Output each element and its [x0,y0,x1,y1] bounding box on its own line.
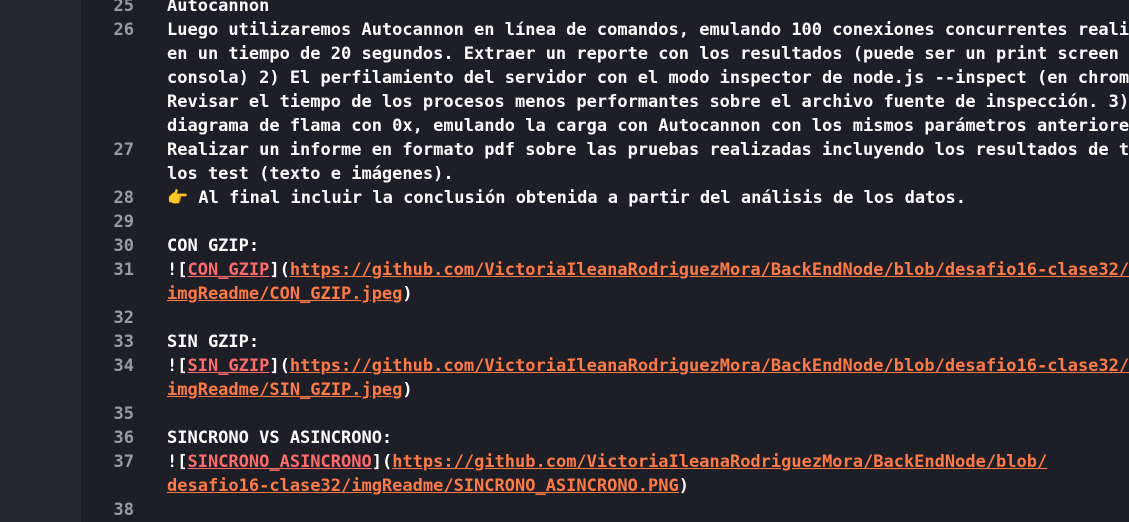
editor-line[interactable]: 28 👉 Al final incluir la conclusión obten… [0,186,1129,210]
line-number: 27 [113,140,134,160]
line-text: Luego utilizaremos Autocannon en línea d… [167,18,1129,42]
image-alt-text: SIN_GZIP [187,356,270,376]
editor-line[interactable]: consola) 2) El perfilamiento del servido… [0,66,1129,90]
line-content: Autocannon [167,0,270,16]
line-content: Realizar un informe en formato pdf sobre… [167,140,1129,160]
image-alt-text: SINCRONO_ASINCRONO [187,452,372,472]
line-text: ![SINCRONO_ASINCRONO](https://github.com… [167,450,1047,474]
line-content: Luego utilizaremos Autocannon en línea d… [167,20,1129,40]
editor-line[interactable]: imgReadme/SIN_GZIP.jpeg) [0,378,1129,402]
image-alt-text: CON_GZIP [187,260,270,280]
editor-line[interactable]: 34 ![SIN_GZIP](https://github.com/Victori… [0,354,1129,378]
editor-line[interactable]: desafio16-clase32/imgReadme/SINCRONO_ASI… [0,474,1129,498]
image-url-link[interactable]: imgReadme/SIN_GZIP.jpeg [167,380,402,400]
line-text: consola) 2) El perfilamiento del servido… [167,66,1129,90]
line-text: 👉 Al final incluir la conclusión obtenid… [167,186,966,210]
line-number: 33 [113,332,134,352]
line-text: en un tiempo de 20 segundos. Extraer un … [167,42,1119,66]
line-content: consola) 2) El perfilamiento del servido… [167,68,1129,88]
image-url-link[interactable]: desafio16-clase32/imgReadme/SINCRONO_ASI… [167,476,679,496]
line-number: 37 [113,452,134,472]
image-url-link[interactable]: https://github.com/VictoriaIleanaRodrigu… [392,452,1047,472]
line-text: imgReadme/CON_GZIP.jpeg) [167,282,413,306]
editor-line[interactable]: 30 CON GZIP: [0,234,1129,258]
image-url-link[interactable]: https://github.com/VictoriaIleanaRodrigu… [290,356,1129,376]
editor-line[interactable]: 29 [0,210,1129,234]
line-content: SINCRONO VS ASINCRONO: [167,428,393,448]
editor-line[interactable]: imgReadme/CON_GZIP.jpeg) [0,282,1129,306]
editor-line[interactable]: diagrama de flama con 0x, emulando la ca… [0,114,1129,138]
line-number: 30 [113,236,134,256]
editor-line[interactable]: 33 SIN GZIP: [0,330,1129,354]
line-content: en un tiempo de 20 segundos. Extraer un … [167,44,1119,64]
editor-line[interactable]: 32 [0,306,1129,330]
line-content: SIN GZIP: [167,332,260,352]
line-text: CON GZIP: [167,234,259,258]
line-text: los test (texto e imágenes). [167,162,454,186]
editor-line[interactable]: los test (texto e imágenes). [0,162,1129,186]
editor-line[interactable]: 35 [0,402,1129,426]
markdown-image-open: ![ [167,452,188,472]
editor-line[interactable]: 37 ![SINCRONO_ASINCRONO](https://github.c… [0,450,1129,474]
editor-line[interactable]: en un tiempo de 20 segundos. Extraer un … [0,42,1129,66]
line-number: 34 [113,356,134,376]
markdown-url-open: ]( [269,260,290,280]
line-number: 36 [113,428,134,448]
line-number: 26 [113,20,134,40]
markdown-image-open: ![ [167,260,188,280]
line-number: 31 [113,260,134,280]
line-number: 38 [113,500,134,520]
line-number: 25 [113,0,134,16]
markdown-url-open: ]( [371,452,393,472]
line-text: ![CON_GZIP](https://github.com/VictoriaI… [167,258,1129,282]
line-text: Revisar el tiempo de los procesos menos … [167,90,1129,114]
image-url-link[interactable]: imgReadme/CON_GZIP.jpeg [167,284,402,304]
line-content: CON GZIP: [167,236,260,256]
editor-line[interactable]: 38 [0,498,1129,522]
pointing-hand-icon: 👉 [167,188,189,208]
markdown-image-open: ![ [167,356,188,376]
line-text: Autocannon [167,0,269,18]
editor-line[interactable]: 31 ![CON_GZIP](https://github.com/Victori… [0,258,1129,282]
markdown-url-close: ) [402,284,413,304]
markdown-url-close: ) [402,380,413,400]
editor-line[interactable]: Revisar el tiempo de los procesos menos … [0,90,1129,114]
line-text: Realizar un informe en formato pdf sobre… [167,138,1129,162]
image-url-link[interactable]: https://github.com/VictoriaIleanaRodrigu… [290,260,1129,280]
line-content: Al final incluir la conclusión obtenida … [188,188,967,208]
editor-line[interactable]: 25 Autocannon [0,0,1129,18]
line-content: diagrama de flama con 0x, emulando la ca… [167,116,1129,136]
editor[interactable]: 25 Autocannon 26 Luego utilizaremos Autocan… [0,0,1129,522]
line-text: imgReadme/SIN_GZIP.jpeg) [167,378,413,402]
line-text: ![SIN_GZIP](https://github.com/VictoriaI… [167,354,1129,378]
line-content: los test (texto e imágenes). [167,164,454,184]
line-number: 32 [113,308,134,328]
editor-line[interactable]: 36 SINCRONO VS ASINCRONO: [0,426,1129,450]
line-number: 28 [113,188,134,208]
line-number: 29 [113,212,134,232]
markdown-url-close: ) [678,476,689,496]
line-text: SIN GZIP: [167,330,259,354]
line-text: SINCRONO VS ASINCRONO: [167,426,392,450]
line-text: diagrama de flama con 0x, emulando la ca… [167,114,1129,138]
editor-line[interactable]: 27 Realizar un informe en formato pdf sob… [0,138,1129,162]
editor-line[interactable]: 26 Luego utilizaremos Autocannon en línea… [0,18,1129,42]
line-content: Revisar el tiempo de los procesos menos … [167,92,1129,112]
line-text: desafio16-clase32/imgReadme/SINCRONO_ASI… [167,474,689,498]
markdown-url-open: ]( [269,356,290,376]
line-number: 35 [113,404,134,424]
